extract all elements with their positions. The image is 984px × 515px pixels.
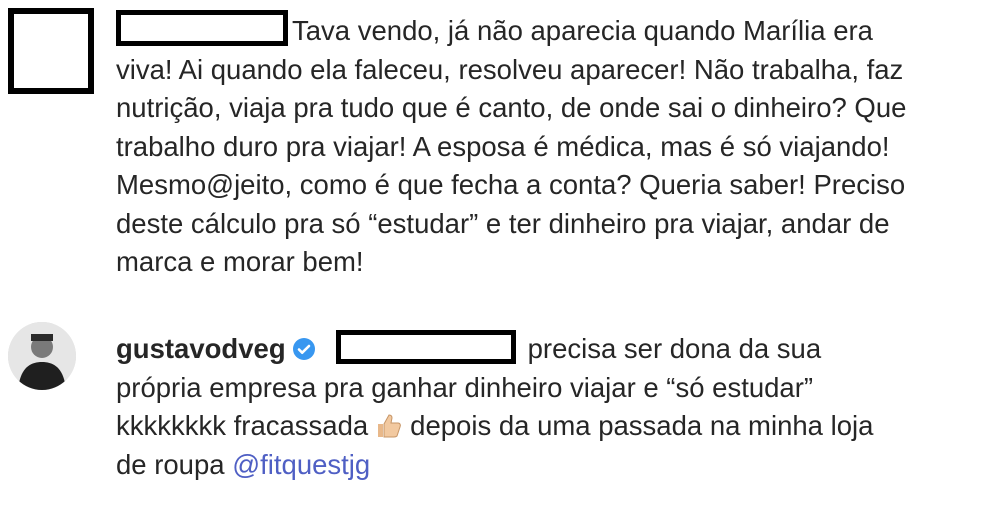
redacted-avatar xyxy=(8,8,94,94)
mention-link[interactable]: @fitquestjg xyxy=(232,449,370,480)
comment-text: Tava vendo, já não aparecia quando Maríl… xyxy=(116,15,907,277)
avatar-photo-icon xyxy=(8,322,76,390)
reply-comment: gustavodveg precisa ser dona da sua própr… xyxy=(116,330,876,484)
verified-badge-icon xyxy=(292,333,316,360)
avatar[interactable] xyxy=(8,322,76,390)
redacted-mention xyxy=(335,330,516,364)
thumbs-up-icon xyxy=(374,410,404,440)
reply-username[interactable]: gustavodveg xyxy=(116,333,286,364)
